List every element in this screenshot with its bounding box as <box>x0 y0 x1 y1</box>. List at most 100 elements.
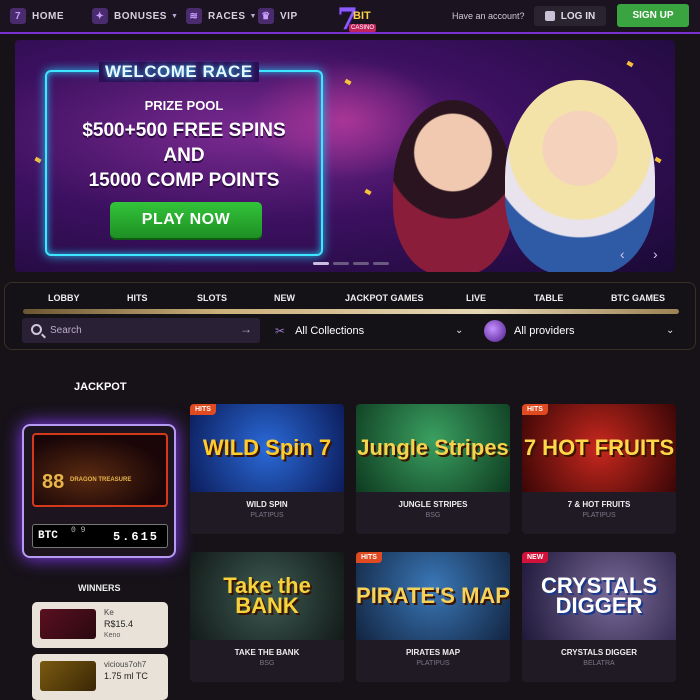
nav-bonuses-label: BONUSES <box>114 10 167 22</box>
hero-character-right <box>505 80 655 272</box>
game-art-title: Jungle Stripes <box>357 435 509 460</box>
new-badge: NEW <box>522 552 549 563</box>
top-navigation: 7 HOME ✦ BONUSES ▼ ≋ RACES ▼ ♛ VIP 7 BIT… <box>0 0 700 37</box>
logo-casino: CASINO <box>349 24 377 32</box>
game-provider: BELATRA <box>583 660 615 667</box>
winner-item[interactable]: Ke R$15.4 Keno <box>32 602 168 648</box>
game-provider: PLATIPUS <box>416 660 450 667</box>
hero-subtitle: PRIZE POOL <box>144 98 224 113</box>
winner-amount: R$15.4 <box>104 619 134 629</box>
confetti <box>654 156 662 164</box>
category-lobby[interactable]: LOBBY <box>48 293 80 303</box>
chevron-down-icon: ⌄ <box>666 325 675 336</box>
confetti <box>364 188 372 196</box>
slide-dot[interactable] <box>313 262 329 265</box>
login-label: LOG IN <box>560 10 596 22</box>
jackpot-card[interactable]: 88 DRAGON TREASURE BTC 0 9 5.615 <box>22 424 176 558</box>
providers-dropdown[interactable]: All providers ⌄ <box>484 318 680 343</box>
search-icon <box>31 324 42 335</box>
category-new[interactable]: NEW <box>274 293 295 303</box>
slide-dot[interactable] <box>333 262 349 265</box>
game-card-jungle-stripes[interactable]: Jungle Stripes JUNGLE STRIPES BSG <box>356 404 510 534</box>
jackpot-currency: BTC <box>38 530 58 542</box>
hero-title: WELCOME RACE <box>99 62 259 82</box>
game-name: WILD SPIN <box>246 500 288 509</box>
jackpot-counter: BTC 0 9 5.615 <box>32 524 168 548</box>
game-thumbnail[interactable]: Jungle Stripes <box>356 404 510 492</box>
signup-button[interactable]: SIGN UP <box>617 4 689 27</box>
winner-game-thumbnail <box>40 609 96 639</box>
chevron-right-icon[interactable]: › <box>653 246 658 262</box>
slide-dot[interactable] <box>373 262 389 265</box>
hero-banner[interactable]: WELCOME RACE PRIZE POOL $500+500 FREE SP… <box>15 40 675 272</box>
game-art-title: Take the BANK <box>223 573 311 618</box>
chevron-left-icon[interactable]: ‹ <box>620 246 625 262</box>
collections-dropdown[interactable]: ✂ All Collections ⌄ <box>275 318 470 343</box>
nav-home-label: HOME <box>32 10 64 22</box>
game-card-pirates-map[interactable]: PIRATE'S MAP HITS PIRATES MAP PLATIPUS <box>356 552 510 682</box>
game-card-crystals-digger[interactable]: CRYSTALS DIGGER NEW CRYSTALS DIGGER BELA… <box>522 552 676 682</box>
game-name: JUNGLE STRIPES <box>398 500 468 509</box>
collections-icon: ✂ <box>275 323 286 338</box>
nav-races[interactable]: ≋ RACES ▼ <box>186 7 257 25</box>
jackpot-amount: 5.615 <box>112 530 159 544</box>
game-thumbnail[interactable]: CRYSTALS DIGGER <box>522 552 676 640</box>
winner-name: vicious7oh7 <box>104 660 147 669</box>
game-thumbnail[interactable]: 7 HOT FRUITS <box>522 404 676 492</box>
winner-name: Ke <box>104 608 114 617</box>
nav-bonuses[interactable]: ✦ BONUSES ▼ <box>92 7 178 25</box>
jackpot-rolling-digit: 0 9 <box>71 526 86 535</box>
category-btc-games[interactable]: BTC GAMES <box>611 293 665 303</box>
game-name: PIRATES MAP <box>405 648 461 657</box>
search-input[interactable]: Search → <box>22 318 260 343</box>
game-art-title: WILD Spin 7 <box>202 435 332 460</box>
jackpot-game-thumbnail[interactable]: 88 DRAGON TREASURE <box>32 433 168 507</box>
game-provider: PLATIPUS <box>250 512 284 519</box>
category-divider <box>23 309 679 314</box>
category-jackpot-games[interactable]: JACKPOT GAMES <box>345 293 424 303</box>
winner-game: Keno <box>104 632 121 639</box>
winner-item[interactable]: vicious7oh7 1.75 ml TC <box>32 654 168 700</box>
game-thumbnail[interactable]: Take the BANK <box>190 552 344 640</box>
game-card-7-hot-fruits[interactable]: 7 HOT FRUITS HITS 7 & HOT FRUITS PLATIPU… <box>522 404 676 534</box>
game-name: 7 & HOT FRUITS <box>567 500 631 509</box>
game-art-title: CRYSTALS DIGGER <box>540 573 658 618</box>
game-thumbnail[interactable]: WILD Spin 7 <box>190 404 344 492</box>
game-name: TAKE THE BANK <box>234 648 300 657</box>
game-card-wild-spin[interactable]: WILD Spin 7 HITS WILD SPIN PLATIPUS <box>190 404 344 534</box>
nav-home[interactable]: 7 HOME <box>10 7 64 25</box>
jackpot-game-title: 88 <box>42 471 65 493</box>
home-icon: 7 <box>10 8 26 24</box>
game-name: CRYSTALS DIGGER <box>560 648 637 657</box>
hits-badge: HITS <box>356 552 382 563</box>
jackpot-game-subtitle: DRAGON TREASURE <box>70 477 132 483</box>
winners-title: WINNERS <box>78 583 121 593</box>
chevron-down-icon: ⌄ <box>455 325 464 336</box>
site-logo[interactable]: 7 BIT CASINO <box>333 2 377 40</box>
category-live[interactable]: LIVE <box>466 293 486 303</box>
game-provider: PLATIPUS <box>582 512 616 519</box>
slide-dot[interactable] <box>353 262 369 265</box>
search-placeholder: Search <box>50 325 82 336</box>
nav-vip[interactable]: ♛ VIP <box>258 7 298 25</box>
game-art-title: 7 HOT FRUITS <box>523 435 675 460</box>
game-provider: BSG <box>425 512 441 519</box>
providers-icon <box>484 319 506 342</box>
arrow-right-icon[interactable]: → <box>240 322 252 336</box>
slide-indicators <box>313 262 389 265</box>
hero-line-3: 15000 COMP POINTS <box>88 170 280 191</box>
login-button[interactable]: LOG IN <box>534 6 606 26</box>
races-icon: ≋ <box>186 8 202 24</box>
play-now-button[interactable]: PLAY NOW <box>110 202 262 238</box>
winner-game-thumbnail <box>40 661 96 691</box>
logo-bit: BIT <box>353 10 371 22</box>
chevron-down-icon: ▼ <box>170 12 179 20</box>
game-thumbnail[interactable]: PIRATE'S MAP <box>356 552 510 640</box>
game-card-take-the-bank[interactable]: Take the BANK TAKE THE BANK BSG <box>190 552 344 682</box>
hero-line-2: AND <box>163 145 205 166</box>
category-hits[interactable]: HITS <box>127 293 148 303</box>
hits-badge: HITS <box>522 404 548 415</box>
category-table[interactable]: TABLE <box>534 293 563 303</box>
bonus-icon: ✦ <box>92 8 108 24</box>
category-slots[interactable]: SLOTS <box>197 293 227 303</box>
